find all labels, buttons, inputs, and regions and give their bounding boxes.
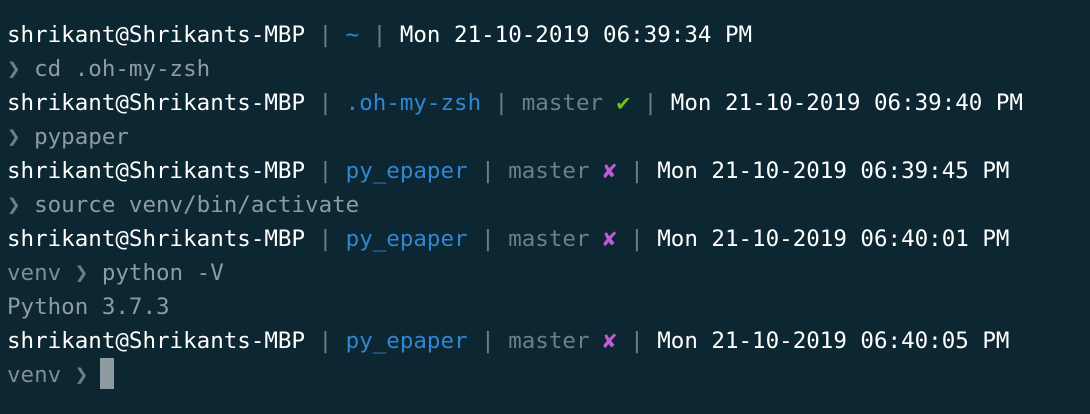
prompt-arrow-icon: ❯: [7, 124, 21, 150]
venv-indicator: venv: [7, 362, 62, 388]
separator: |: [372, 22, 387, 48]
timestamp: Mon 21-10-2019 06:39:45 PM: [657, 158, 1010, 184]
prompt-status-line: shrikant@Shrikants-MBP | py_epaper | mas…: [7, 154, 1090, 188]
current-path: ~: [345, 22, 360, 48]
timestamp: Mon 21-10-2019 06:39:34 PM: [399, 22, 753, 48]
separator: |: [630, 158, 644, 184]
user-host: shrikant@Shrikants-MBP: [7, 328, 306, 354]
command-text: pypaper: [34, 124, 129, 150]
separator: |: [318, 226, 333, 252]
prompt-arrow-icon: ❯: [74, 362, 89, 388]
separator: |: [318, 328, 333, 354]
venv-indicator: venv: [7, 260, 62, 286]
prompt-arrow-icon: ❯: [7, 56, 21, 82]
timestamp: Mon 21-10-2019 06:40:01 PM: [657, 226, 1010, 252]
command-text: python -V: [101, 260, 224, 286]
command-text: source venv/bin/activate: [34, 192, 360, 218]
user-host: shrikant@Shrikants-MBP: [7, 22, 306, 48]
separator: |: [481, 328, 495, 354]
separator: |: [318, 22, 333, 48]
command-line: venv ❯ python -V: [7, 256, 1090, 290]
separator: |: [630, 226, 644, 252]
git-dirty-cross-icon: ✘: [603, 158, 617, 184]
prompt-status-line: shrikant@Shrikants-MBP | py_epaper | mas…: [7, 324, 1090, 358]
command-line: ❯ pypaper: [7, 120, 1090, 154]
current-path: py_epaper: [345, 226, 468, 252]
user-host: shrikant@Shrikants-MBP: [7, 226, 306, 252]
command-output: Python 3.7.3: [7, 290, 1090, 324]
git-branch: master: [508, 158, 590, 184]
current-path: .oh-my-zsh: [345, 90, 482, 116]
user-host: shrikant@Shrikants-MBP: [7, 90, 306, 116]
active-command-line[interactable]: venv ❯: [7, 358, 1090, 392]
current-path: py_epaper: [345, 158, 468, 184]
timestamp: Mon 21-10-2019 06:40:05 PM: [657, 328, 1010, 354]
separator: |: [630, 328, 644, 354]
git-branch: master: [508, 226, 590, 252]
command-line: ❯ source venv/bin/activate: [7, 188, 1090, 222]
git-dirty-cross-icon: ✘: [603, 328, 617, 354]
output-text: Python 3.7.3: [7, 294, 170, 320]
separator: |: [318, 158, 333, 184]
prompt-status-line: shrikant@Shrikants-MBP | .oh-my-zsh | ma…: [7, 86, 1090, 120]
git-branch: master: [521, 90, 604, 116]
separator: |: [481, 158, 495, 184]
command-text: cd .oh-my-zsh: [34, 56, 211, 82]
user-host: shrikant@Shrikants-MBP: [7, 158, 306, 184]
git-dirty-cross-icon: ✘: [603, 226, 617, 252]
separator: |: [643, 90, 658, 116]
prompt-arrow-icon: ❯: [7, 192, 21, 218]
command-line: ❯ cd .oh-my-zsh: [7, 52, 1090, 86]
separator: |: [494, 90, 509, 116]
prompt-status-line: shrikant@Shrikants-MBP | ~ | Mon 21-10-2…: [7, 18, 1090, 52]
text-cursor[interactable]: [100, 358, 115, 389]
terminal-window[interactable]: shrikant@Shrikants-MBP | ~ | Mon 21-10-2…: [0, 0, 1090, 414]
git-branch: master: [508, 328, 590, 354]
prompt-arrow-icon: ❯: [74, 260, 89, 286]
separator: |: [481, 226, 495, 252]
prompt-status-line: shrikant@Shrikants-MBP | py_epaper | mas…: [7, 222, 1090, 256]
git-clean-check-icon: ✔: [616, 90, 631, 116]
current-path: py_epaper: [345, 328, 468, 354]
timestamp: Mon 21-10-2019 06:39:40 PM: [670, 90, 1023, 116]
separator: |: [318, 90, 333, 116]
